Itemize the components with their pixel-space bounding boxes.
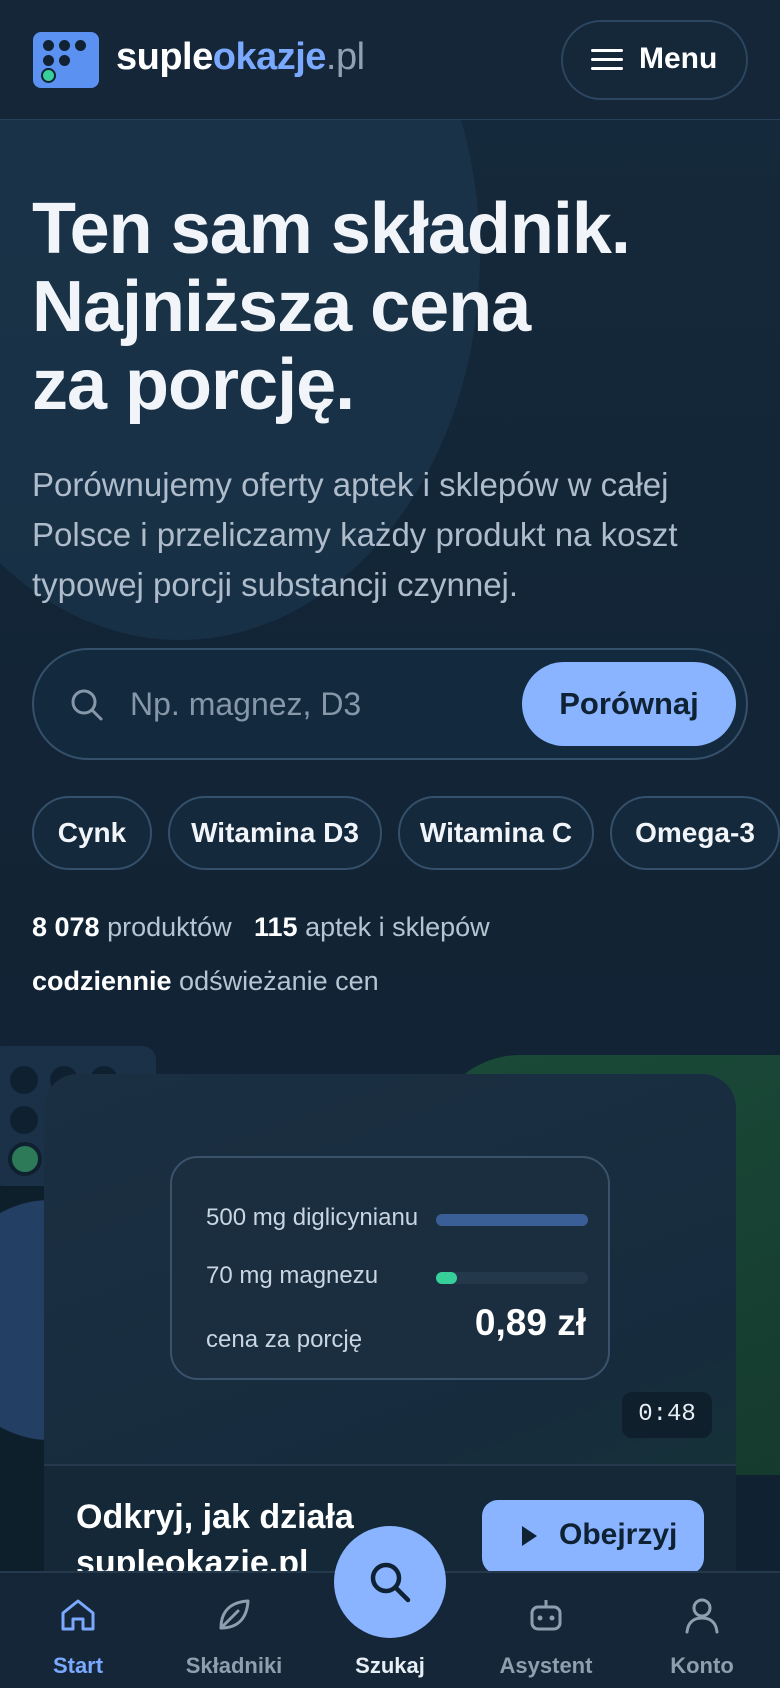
search-icon [370,1562,411,1603]
magnesium-bar [436,1272,588,1284]
menu-button[interactable]: Menu [561,20,748,100]
chip-witamina-c[interactable]: Witamina C [398,796,594,870]
nav-label-skladniki: Składniki [185,1653,283,1678]
hamburger-icon [591,49,623,71]
stat-refresh-label: odświeżanie cen [179,966,379,996]
play-icon [522,1526,537,1546]
hero-title: Ten sam składnik. Najniższa cena za porc… [32,190,752,424]
stat-products-label: produktów [107,912,232,942]
stat-refresh-value: codziennie [32,966,172,996]
menu-label: Menu [639,42,718,75]
watch-button[interactable]: Obejrzyj [482,1500,704,1574]
nav-item-skladniki[interactable]: Składniki [164,1571,304,1688]
dose-row-label: 500 mg diglicynianu [206,1204,419,1231]
search-input[interactable] [130,676,490,732]
leaf-icon [219,1599,250,1630]
home-icon [61,1599,95,1631]
magnesium-row-label: 70 mg magnezu [206,1262,379,1289]
dose-bar [436,1214,588,1226]
logo-icon[interactable] [33,32,99,88]
chip-omega-3[interactable]: Omega-3 [610,796,780,870]
hero-subtitle: Porównujemy oferty aptek i sklepów w cał… [32,466,678,603]
search-icon [71,689,103,721]
stat-shops: 115 aptek i sklepów [254,912,490,943]
hero-title-line-2: Najniższa cena [32,267,531,347]
dose-bar-fill [436,1214,588,1226]
nav-label-szukaj: Szukaj [355,1653,425,1678]
watch-button-label: Obejrzyj [559,1518,678,1551]
stat-shops-label: aptek i sklepów [305,912,490,942]
logo-text-okazje: okazje [212,36,327,78]
search-bar: Porównaj [32,648,748,760]
stat-products-value: 8 078 [32,912,100,942]
nav-label-start: Start [52,1653,104,1678]
video-timer: 0:48 [622,1392,712,1438]
hero-title-line-3: za porcję. [32,345,355,425]
stat-shops-value: 115 [254,912,298,942]
robot-icon [530,1600,562,1631]
nav-label-asystent: Asystent [499,1653,593,1678]
logo-text-domain: .pl [325,36,365,78]
header: supleokazje.pl Menu [0,0,780,120]
user-icon [685,1598,719,1634]
search-fab-button[interactable] [334,1526,446,1638]
nav-label-konto: Konto [670,1653,734,1678]
chip-witamina-d3[interactable]: Witamina D3 [168,796,382,870]
nav-item-konto[interactable]: Konto [632,1571,772,1688]
nav-item-start[interactable]: Start [8,1571,148,1688]
page: supleokazje.pl Menu Ten sam składnik. Na… [0,0,780,1688]
magnesium-bar-fill [436,1272,458,1284]
price-label: cena za porcję [206,1326,363,1353]
chip-cynk[interactable]: Cynk [32,796,152,870]
nav-item-asystent[interactable]: Asystent [476,1571,616,1688]
logo-wordmark[interactable]: supleokazje.pl [116,36,365,79]
stat-products: 8 078 produktów [32,912,232,943]
price-value: 0,89 zł [474,1302,586,1343]
compare-button[interactable]: Porównaj [522,662,736,746]
logo-text-suple: suple [116,36,213,78]
hero-title-line-1: Ten sam składnik. [32,189,631,269]
stat-refresh: codziennie odświeżanie cen [32,966,379,997]
price-per-serving-panel: 500 mg diglicynianu 70 mg magnezu cena z… [170,1156,610,1380]
